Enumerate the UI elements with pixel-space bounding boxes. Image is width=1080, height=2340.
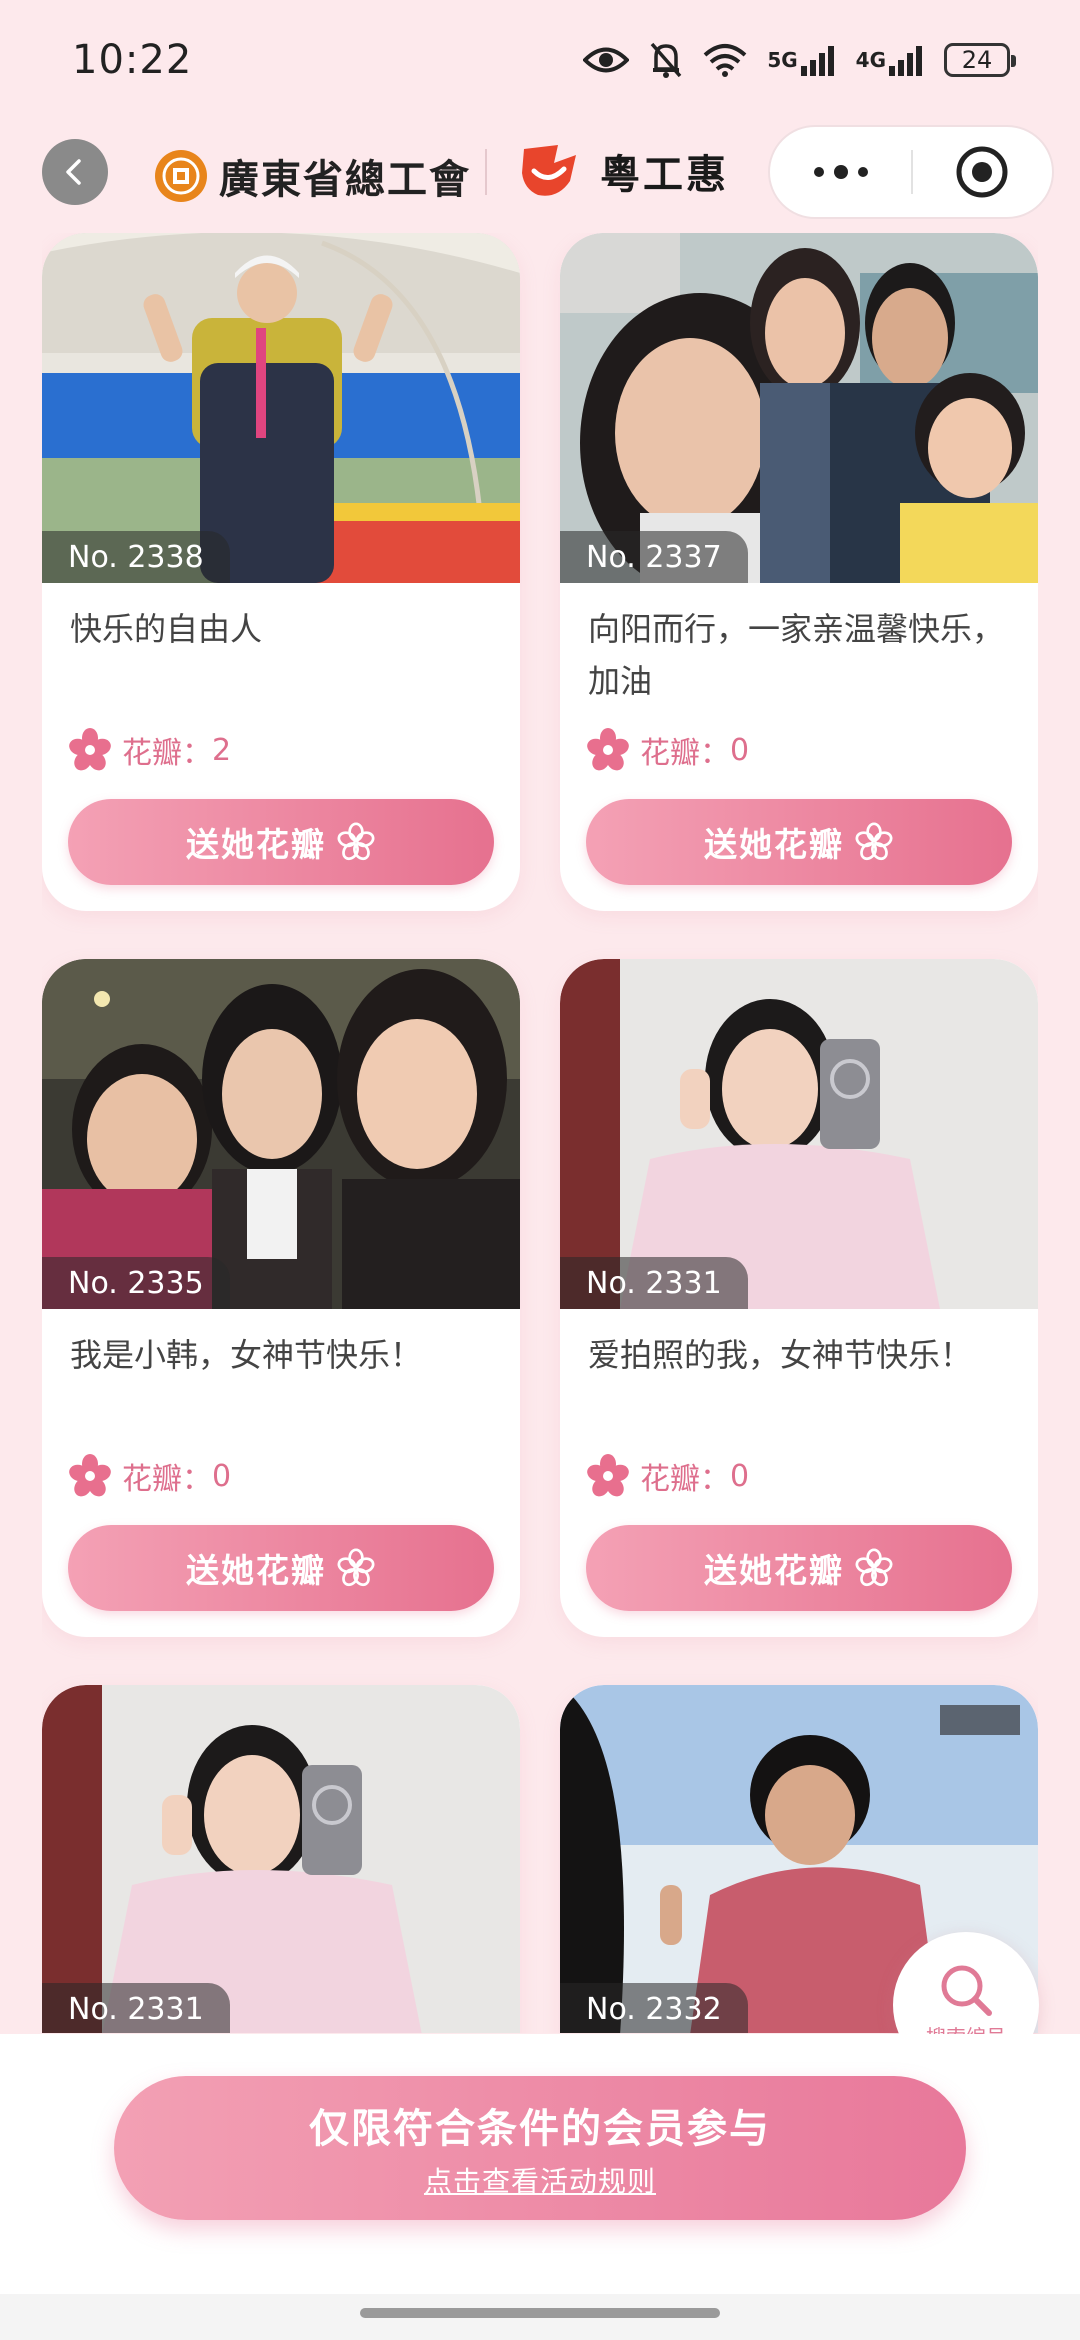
petal-label: 花瓣： bbox=[640, 736, 730, 771]
entry-number: No. 2335 bbox=[42, 1257, 230, 1309]
cellular-4g-icon: 4G bbox=[856, 44, 924, 76]
brand-name: 粵工惠 bbox=[600, 152, 729, 198]
petal-count: 花瓣： 2 bbox=[68, 728, 231, 772]
entry-card[interactable]: No. 2335 我是小韩，女神节快乐！ 花瓣： 0 送她花瓣 bbox=[42, 959, 520, 1637]
entry-caption: 快乐的自由人 bbox=[70, 610, 263, 648]
send-petal-button[interactable]: 送她花瓣 bbox=[586, 799, 1012, 885]
search-icon bbox=[941, 1965, 992, 2016]
send-petal-button[interactable]: 送她花瓣 bbox=[586, 1525, 1012, 1611]
miniprogram-capsule bbox=[768, 125, 1054, 219]
eligibility-notice: 仅限符合条件的会员参与 bbox=[309, 2106, 771, 2152]
wifi-icon bbox=[703, 43, 747, 77]
petal-value: 0 bbox=[730, 732, 750, 768]
petal-flower-icon bbox=[855, 1548, 893, 1587]
gesture-bar bbox=[0, 2294, 1080, 2340]
send-petal-label: 送她花瓣 bbox=[186, 1551, 326, 1590]
bell-muted-icon bbox=[649, 41, 683, 79]
entry-number: No. 2332 bbox=[560, 1983, 748, 2033]
petal-value: 0 bbox=[212, 1458, 232, 1494]
send-petal-label: 送她花瓣 bbox=[704, 1551, 844, 1590]
petal-flower-icon bbox=[337, 1548, 375, 1587]
send-petal-button[interactable]: 送她花瓣 bbox=[68, 799, 494, 885]
status-time: 10:22 bbox=[72, 37, 193, 83]
header-bar: 廣東省總工會 粵工惠 bbox=[0, 125, 1080, 220]
entry-card[interactable]: No. 2338 快乐的自由人 花瓣： 2 送她花瓣 bbox=[42, 233, 520, 911]
status-bar: 10:22 5G 4G 24 bbox=[0, 0, 1080, 120]
brand-emblem-icon bbox=[522, 145, 576, 196]
petal-count: 花瓣： 0 bbox=[586, 728, 749, 772]
entry-caption: 爱拍照的我，女神节快乐！ bbox=[588, 1336, 973, 1374]
petal-value: 0 bbox=[730, 1458, 750, 1494]
bottom-panel: 仅限符合条件的会员参与 点击查看活动规则 bbox=[0, 2034, 1080, 2294]
entry-caption: 我是小韩，女神节快乐！ bbox=[70, 1336, 423, 1374]
eye-icon bbox=[583, 45, 630, 75]
entry-photo[interactable]: No. 2338 bbox=[42, 233, 520, 583]
entry-photo[interactable]: No. 2331 bbox=[42, 1685, 520, 2033]
petal-flower-icon bbox=[855, 822, 893, 861]
activity-rules-button[interactable]: 仅限符合条件的会员参与 点击查看活动规则 bbox=[114, 2076, 966, 2220]
petal-flower-icon bbox=[587, 1454, 629, 1497]
more-menu-button[interactable] bbox=[770, 127, 911, 217]
petal-value: 2 bbox=[212, 732, 232, 768]
network-5g-label: 5G bbox=[767, 48, 798, 72]
union-emblem-icon bbox=[155, 150, 207, 202]
send-petal-label: 送她花瓣 bbox=[704, 825, 844, 864]
petal-flower-icon bbox=[337, 822, 375, 861]
status-icons: 5G 4G 24 bbox=[583, 41, 1016, 79]
entry-photo[interactable]: No. 2337 bbox=[560, 233, 1038, 583]
send-petal-label: 送她花瓣 bbox=[186, 825, 326, 864]
entry-photo[interactable]: No. 2331 bbox=[560, 959, 1038, 1309]
view-rules-link[interactable]: 点击查看活动规则 bbox=[424, 2160, 656, 2200]
entry-number: No. 2337 bbox=[560, 531, 748, 583]
entry-caption: 向阳而行，一家亲温馨快乐，加油 bbox=[588, 610, 1005, 700]
entry-card[interactable]: No. 2331 爱拍照的我，女神节快乐！ 花瓣： 0 送她花瓣 bbox=[560, 959, 1038, 1637]
battery-level: 24 bbox=[961, 46, 993, 74]
header-divider bbox=[485, 149, 487, 195]
entry-number: No. 2331 bbox=[560, 1257, 748, 1309]
petal-flower-icon bbox=[69, 1454, 111, 1497]
petal-label: 花瓣： bbox=[122, 736, 212, 771]
petal-label: 花瓣： bbox=[122, 1462, 212, 1497]
entry-card[interactable]: No. 2331 bbox=[42, 1685, 520, 2033]
brand-logo: 粵工惠 bbox=[518, 141, 729, 201]
target-circle-icon bbox=[956, 146, 1008, 198]
petal-flower-icon bbox=[69, 728, 111, 771]
entry-photo[interactable]: No. 2335 bbox=[42, 959, 520, 1309]
union-name: 廣東省總工會 bbox=[219, 156, 471, 203]
chevron-left-icon bbox=[66, 159, 81, 185]
home-indicator[interactable] bbox=[360, 2308, 720, 2318]
union-logo: 廣東省總工會 bbox=[155, 147, 471, 205]
back-button[interactable] bbox=[42, 139, 108, 205]
petal-count: 花瓣： 0 bbox=[586, 1454, 749, 1498]
petal-flower-icon bbox=[587, 728, 629, 771]
close-miniprogram-button[interactable] bbox=[913, 127, 1052, 217]
network-4g-label: 4G bbox=[855, 48, 886, 72]
petal-count: 花瓣： 0 bbox=[68, 1454, 231, 1498]
entry-number: No. 2331 bbox=[42, 1983, 230, 2033]
more-dots-icon bbox=[813, 165, 868, 179]
entries-grid: No. 2338 快乐的自由人 花瓣： 2 送她花瓣 No. 2337 向阳而行… bbox=[42, 233, 1038, 2033]
cellular-5g-icon: 5G bbox=[767, 44, 835, 76]
send-petal-button[interactable]: 送她花瓣 bbox=[68, 1525, 494, 1611]
entry-number: No. 2338 bbox=[42, 531, 230, 583]
petal-label: 花瓣： bbox=[640, 1462, 730, 1497]
entry-card[interactable]: No. 2337 向阳而行，一家亲温馨快乐，加油 花瓣： 0 送她花瓣 bbox=[560, 233, 1038, 911]
battery-icon: 24 bbox=[944, 43, 1016, 77]
